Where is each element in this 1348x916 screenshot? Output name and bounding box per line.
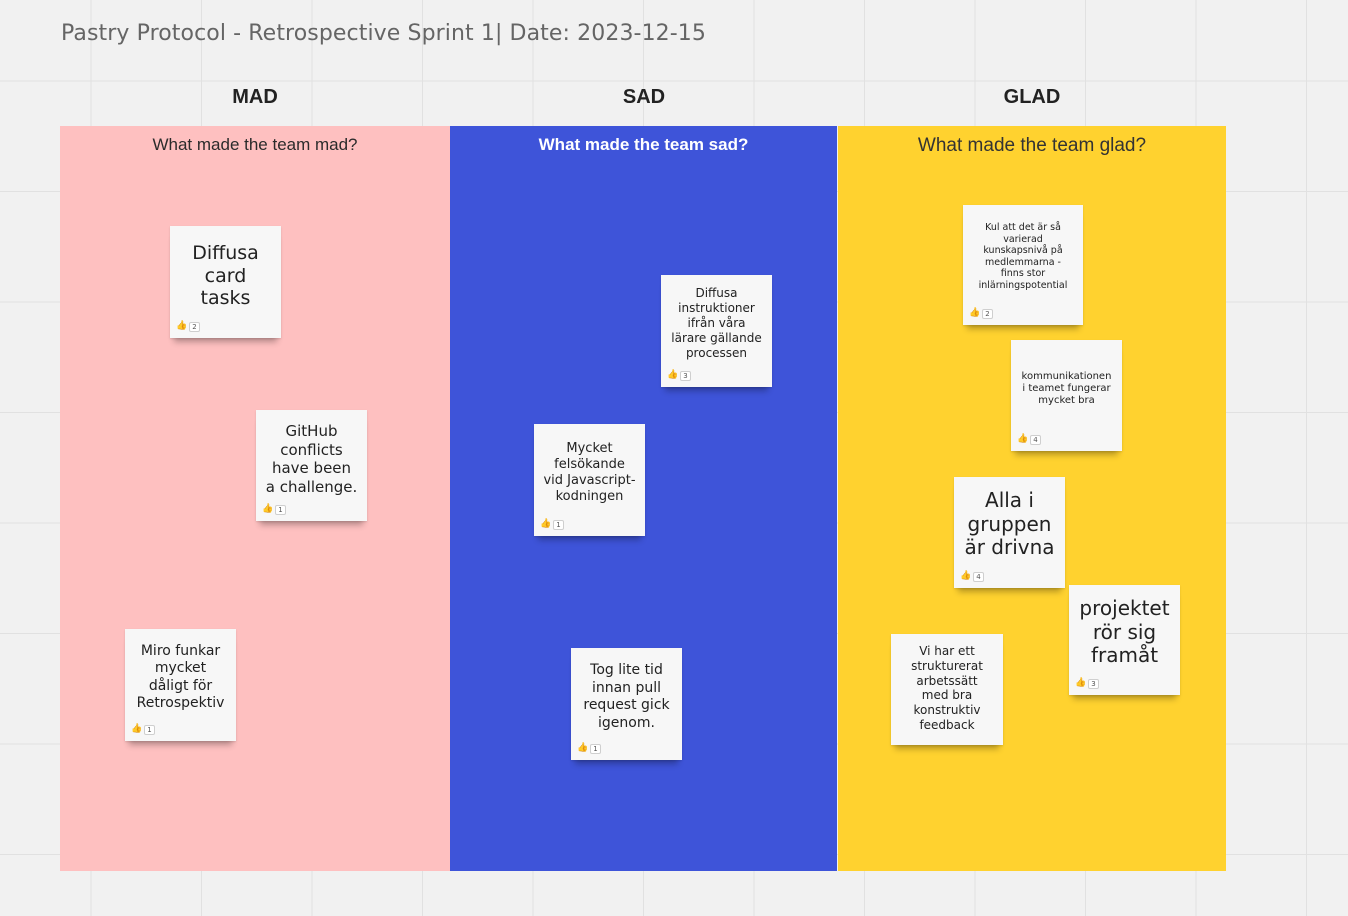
sticky-note-text: Mycket felsökande vid Javascript- kodnin… (543, 441, 636, 504)
column-heading-glad[interactable]: GLAD (932, 86, 1132, 109)
vote-badge[interactable]: 👍 3 (667, 370, 691, 381)
thumbs-up-icon: 👍 (969, 308, 981, 318)
sticky-note[interactable]: projektet rör sig framåt 👍 3 (1069, 585, 1180, 695)
thumbs-up-icon: 👍 (960, 571, 972, 581)
vote-badge[interactable]: 👍 1 (262, 504, 286, 515)
vote-count: 4 (973, 571, 984, 582)
board-title[interactable]: Pastry Protocol - Retrospective Sprint 1… (61, 21, 706, 46)
sticky-note[interactable]: Mycket felsökande vid Javascript- kodnin… (534, 424, 645, 536)
thumbs-up-icon: 👍 (1075, 678, 1087, 688)
sticky-note-text: GitHub conflicts have been a challenge. (265, 422, 358, 496)
sticky-note-text: Diffusa card tasks (192, 242, 259, 309)
thumbs-up-icon: 👍 (667, 370, 679, 380)
vote-badge[interactable]: 👍 3 (1075, 678, 1099, 689)
column-heading-mad[interactable]: MAD (155, 86, 355, 109)
sticky-note[interactable]: Vi har ett strukturerat arbetssätt med b… (891, 634, 1003, 745)
vote-badge[interactable]: 👍 2 (969, 308, 993, 319)
sticky-note-text: Diffusa instruktioner ifrån våra lärare … (671, 286, 762, 360)
sticky-note-text: Alla i gruppen är drivna (964, 488, 1055, 559)
vote-count: 3 (1088, 678, 1099, 689)
sticky-note[interactable]: Alla i gruppen är drivna 👍 4 (954, 477, 1065, 588)
sad-question[interactable]: What made the team sad? (450, 135, 837, 155)
thumbs-up-icon: 👍 (131, 724, 143, 734)
thumbs-up-icon: 👍 (176, 321, 188, 331)
vote-count: 1 (590, 743, 601, 754)
sticky-note[interactable]: Miro funkar mycket dåligt för Retrospekt… (125, 629, 236, 741)
thumbs-up-icon: 👍 (262, 504, 274, 514)
vote-badge[interactable]: 👍 1 (540, 519, 564, 530)
sticky-note[interactable]: kommunikationen i teamet fungerar mycket… (1011, 340, 1122, 451)
sticky-note-text: Miro funkar mycket dåligt för Retrospekt… (136, 643, 225, 711)
sticky-note-text: projektet rör sig framåt (1079, 596, 1170, 667)
vote-count: 3 (680, 370, 691, 381)
vote-badge[interactable]: 👍 4 (1017, 434, 1041, 445)
thumbs-up-icon: 👍 (540, 519, 552, 529)
vote-badge[interactable]: 👍 2 (176, 321, 200, 332)
vote-count: 1 (275, 504, 286, 515)
sticky-note-text: Vi har ett strukturerat arbetssätt med b… (911, 644, 983, 732)
thumbs-up-icon: 👍 (1017, 434, 1029, 444)
column-heading-sad[interactable]: SAD (544, 86, 744, 109)
vote-count: 1 (144, 724, 155, 735)
sticky-note[interactable]: Diffusa instruktioner ifrån våra lärare … (661, 275, 772, 387)
sticky-note[interactable]: GitHub conflicts have been a challenge. … (256, 410, 367, 521)
vote-count: 2 (982, 308, 993, 319)
vote-badge[interactable]: 👍 1 (131, 724, 155, 735)
glad-question[interactable]: What made the team glad? (838, 135, 1226, 157)
sticky-note[interactable]: Tog lite tid innan pull request gick ige… (571, 648, 682, 760)
mad-question[interactable]: What made the team mad? (60, 135, 450, 155)
sticky-note[interactable]: Diffusa card tasks 👍 2 (170, 226, 281, 338)
vote-count: 2 (189, 321, 200, 332)
vote-count: 1 (553, 519, 564, 530)
sticky-note[interactable]: Kul att det är så varierad kunskapsnivå … (963, 205, 1083, 325)
sticky-note-text: kommunikationen i teamet fungerar mycket… (1021, 371, 1112, 406)
vote-count: 4 (1030, 434, 1041, 445)
vote-badge[interactable]: 👍 4 (960, 571, 984, 582)
sticky-note-text: Tog lite tid innan pull request gick ige… (583, 662, 670, 731)
thumbs-up-icon: 👍 (577, 743, 589, 753)
vote-badge[interactable]: 👍 1 (577, 743, 601, 754)
sticky-note-text: Kul att det är så varierad kunskapsnivå … (978, 222, 1068, 291)
